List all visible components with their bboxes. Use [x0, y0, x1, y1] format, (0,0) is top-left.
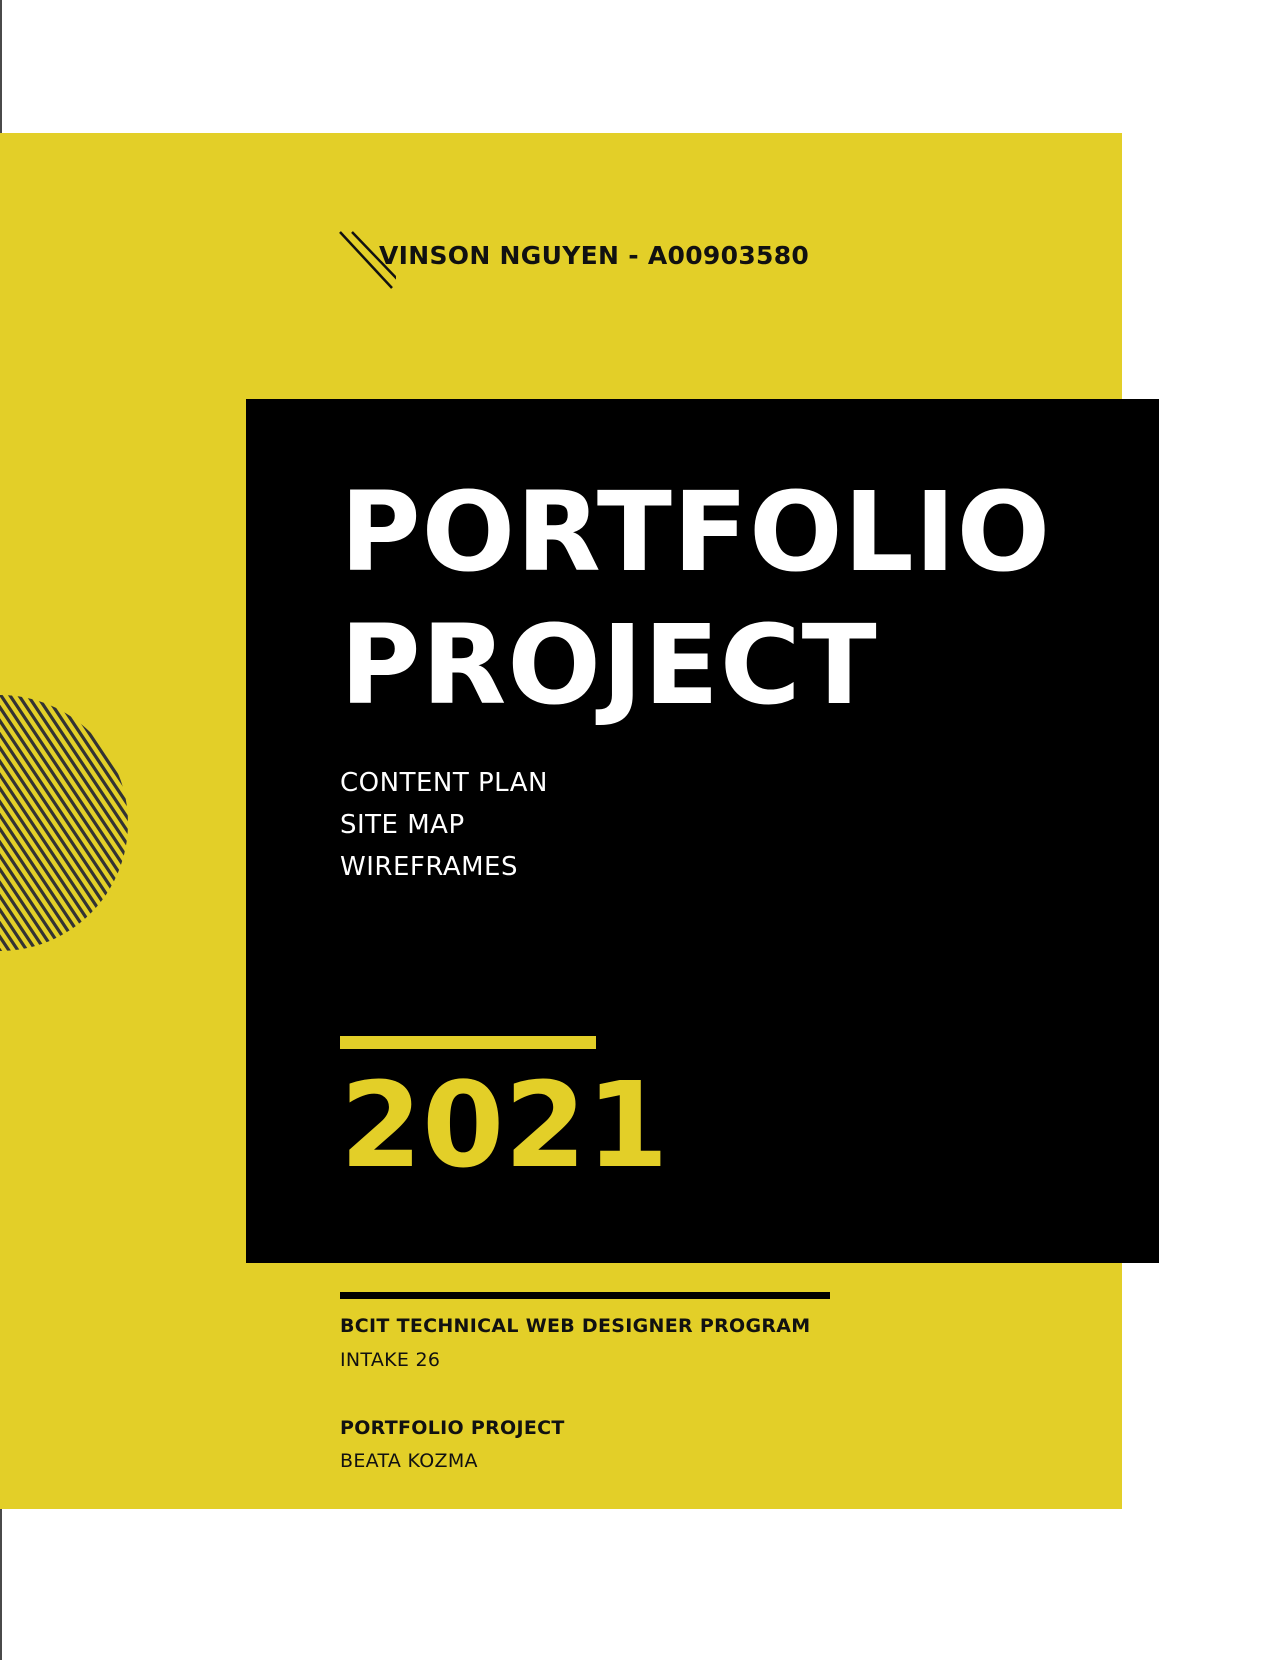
program-name: BCIT TECHNICAL WEB DESIGNER PROGRAM	[340, 1315, 811, 1337]
instructor-name: BEATA KOZMA	[340, 1450, 478, 1472]
course-name: PORTFOLIO PROJECT	[340, 1417, 565, 1439]
deliverable-item: CONTENT PLAN	[340, 768, 548, 798]
deliverable-item: WIREFRAMES	[340, 852, 518, 882]
deliverable-item: SITE MAP	[340, 810, 465, 840]
year-divider	[340, 1036, 596, 1049]
document-title-line-1: PORTFOLIO	[340, 468, 1052, 596]
intake-label: INTAKE 26	[340, 1349, 441, 1371]
year: 2021	[340, 1056, 669, 1194]
striped-sphere-icon	[0, 695, 128, 951]
footer-divider	[340, 1292, 830, 1299]
deliverables-list: CONTENT PLAN SITE MAP WIREFRAMES	[340, 762, 548, 888]
document-title-line-2: PROJECT	[340, 601, 878, 729]
author-name: VINSON NGUYEN - A00903580	[379, 241, 810, 270]
